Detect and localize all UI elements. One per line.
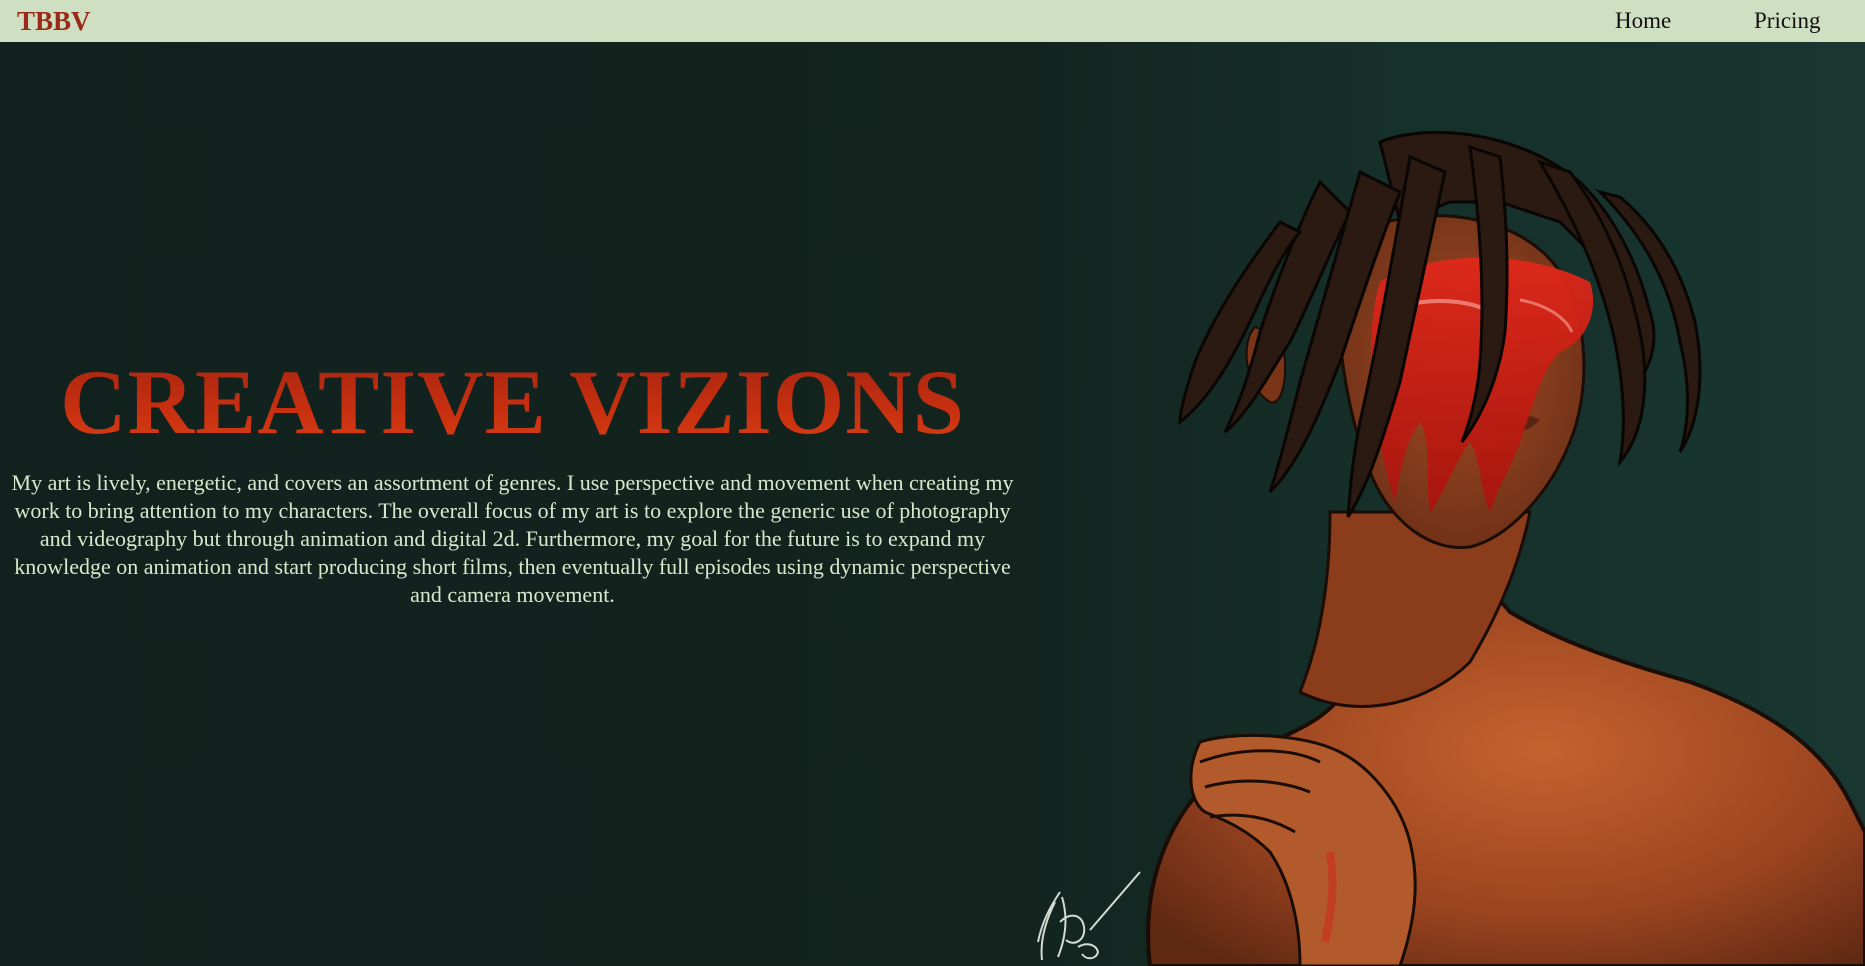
hero-description: My art is lively, energetic, and covers … <box>11 470 1014 607</box>
hero-artwork <box>1037 130 1865 966</box>
artist-signature <box>1037 871 1141 961</box>
hero-section: CREATIVE VIZIONS My art is lively, energ… <box>0 42 1865 966</box>
nav-link-home[interactable]: Home <box>1615 6 1671 36</box>
nav-link-pricing[interactable]: Pricing <box>1754 6 1820 36</box>
hero-title: CREATIVE VIZIONS <box>0 352 1025 452</box>
brand-logo-link[interactable]: TBBV <box>17 4 91 38</box>
navbar: TBBV Home Pricing <box>0 0 1865 42</box>
